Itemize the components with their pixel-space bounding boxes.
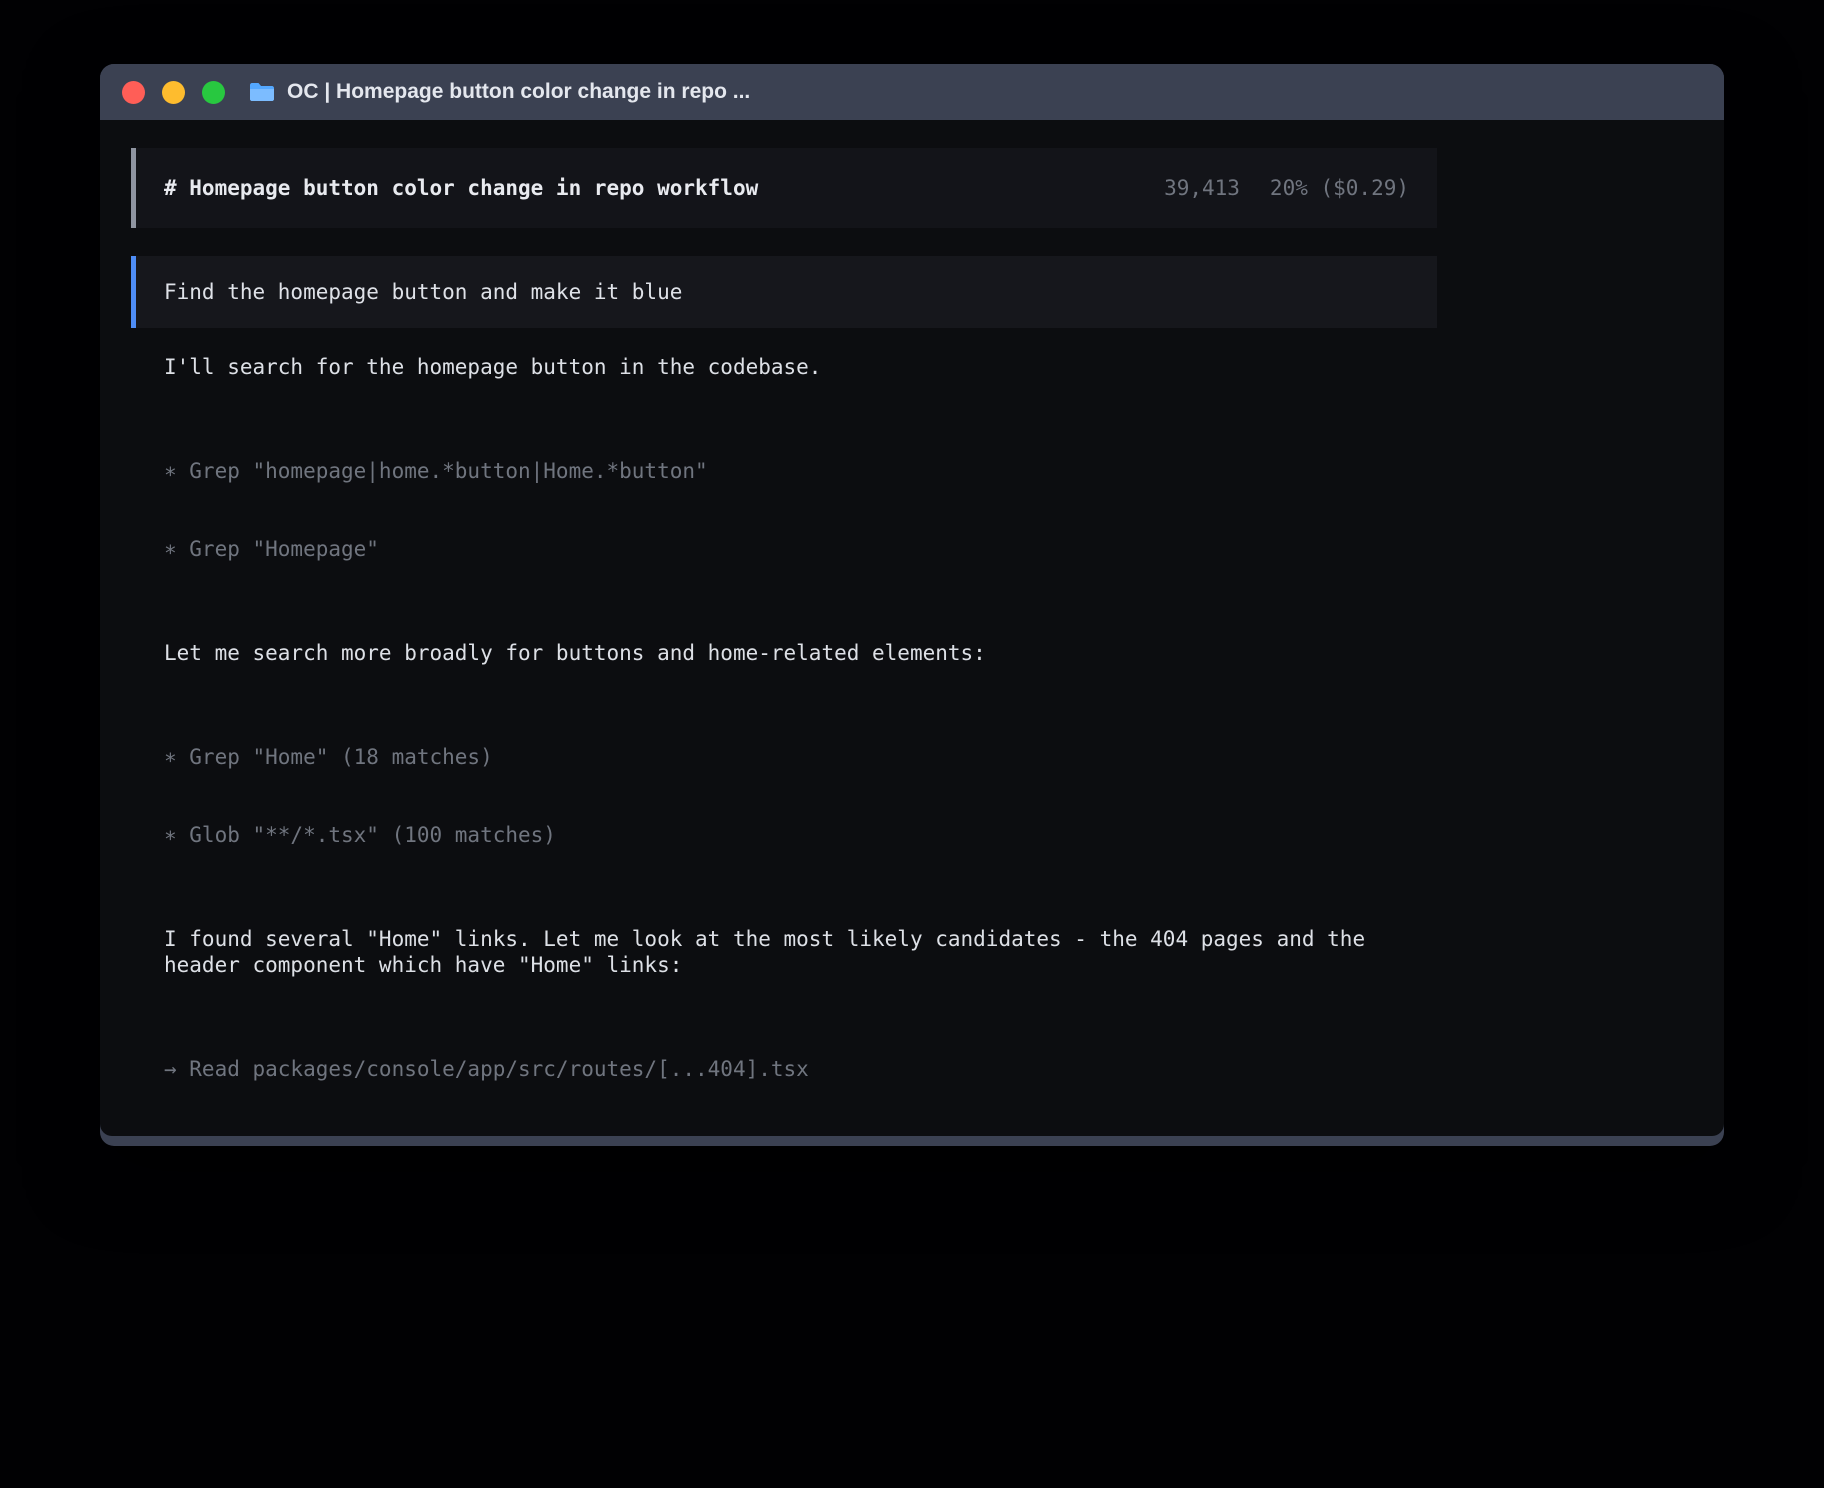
tool-call-grep: ∗ Grep "Homepage"	[164, 536, 1409, 562]
assistant-paragraph: Let me search more broadly for buttons a…	[164, 640, 1409, 666]
folder-icon	[249, 81, 275, 103]
user-message-text: Find the homepage button and make it blu…	[164, 280, 682, 304]
window-title: OC | Homepage button color change in rep…	[287, 80, 750, 104]
assistant-paragraph: I found several "Home" links. Let me loo…	[164, 926, 1409, 978]
user-message: Find the homepage button and make it blu…	[131, 256, 1437, 328]
tool-call-read: → Read packages/console/app/src/routes/[…	[164, 1056, 1409, 1082]
tool-call-grep: ∗ Grep "homepage|home.*button|Home.*butt…	[164, 458, 1409, 484]
context-usage: 20% ($0.29)	[1270, 176, 1409, 200]
session-title: # Homepage button color change in repo w…	[164, 176, 1164, 200]
traffic-lights	[122, 81, 225, 104]
assistant-paragraph: I'll search for the homepage button in t…	[164, 354, 1409, 380]
session-stats: 39,413 20% ($0.29)	[1164, 176, 1409, 200]
tool-call-group: ∗ Grep "Home" (18 matches) ∗ Glob "**/*.…	[164, 692, 1409, 900]
terminal-window: OC | Homepage button color change in rep…	[100, 64, 1724, 1146]
tool-call-read: → Read packages/console/app/src/componen…	[164, 1134, 1409, 1136]
close-button[interactable]	[122, 81, 145, 104]
tool-call-group: ∗ Grep "homepage|home.*button|Home.*butt…	[164, 406, 1409, 614]
zoom-button[interactable]	[202, 81, 225, 104]
terminal-content: # Homepage button color change in repo w…	[100, 120, 1724, 1136]
session-header: # Homepage button color change in repo w…	[131, 148, 1437, 228]
minimize-button[interactable]	[162, 81, 185, 104]
tool-call-group: → Read packages/console/app/src/routes/[…	[164, 1004, 1409, 1136]
token-count: 39,413	[1164, 176, 1240, 200]
window-titlebar[interactable]: OC | Homepage button color change in rep…	[100, 64, 1724, 120]
conversation: I'll search for the homepage button in t…	[164, 354, 1409, 1136]
tool-call-grep: ∗ Grep "Home" (18 matches)	[164, 744, 1409, 770]
tool-call-glob: ∗ Glob "**/*.tsx" (100 matches)	[164, 822, 1409, 848]
